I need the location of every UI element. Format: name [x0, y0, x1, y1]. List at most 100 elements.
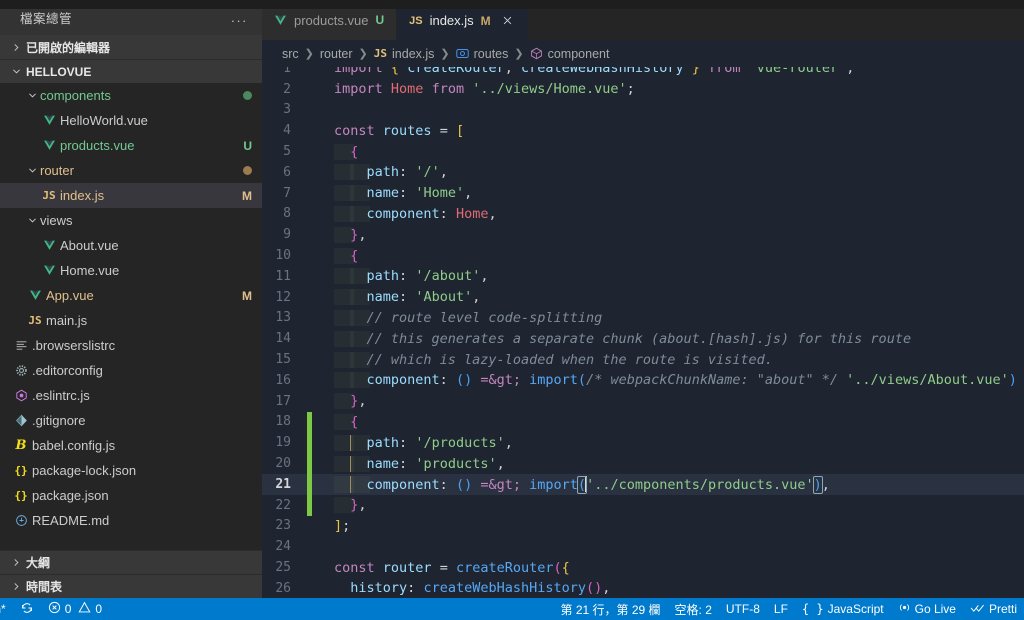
- status-problems[interactable]: 0 0: [41, 598, 109, 620]
- breadcrumb-router[interactable]: router: [320, 47, 353, 61]
- code-line[interactable]: 16 component: () =&gt; import(/* webpack…: [262, 370, 1024, 391]
- code-editor[interactable]: 1 import { createRouter, createWebHashHis…: [262, 67, 1024, 598]
- status-language-mode[interactable]: { } JavaScript: [795, 598, 891, 620]
- section-timeline[interactable]: 時間表: [0, 574, 262, 598]
- close-icon[interactable]: [500, 13, 516, 29]
- code-line[interactable]: 21 component: () =&gt; import('../compon…: [262, 473, 1024, 495]
- line-number: 19: [275, 435, 291, 451]
- code-line[interactable]: 5 {: [262, 141, 1024, 162]
- tree-item-app-vue[interactable]: App.vue M: [0, 283, 262, 308]
- code-line[interactable]: 22 },: [262, 494, 1024, 516]
- ellipsis-icon[interactable]: ...: [231, 10, 248, 25]
- line-tokens: component: () =&gt; import('../component…: [366, 475, 830, 494]
- tree-item-package-json[interactable]: {} package.json: [0, 483, 262, 508]
- chevron-down-icon[interactable]: [24, 90, 40, 101]
- status-prettier[interactable]: Pretti: [963, 598, 1024, 620]
- code-line[interactable]: 23];: [262, 516, 1024, 537]
- code-line[interactable]: 17 },: [262, 391, 1024, 412]
- code-line[interactable]: 13 // route level code-splitting: [262, 308, 1024, 329]
- tab-products-vue[interactable]: products.vue U: [262, 0, 398, 40]
- line-content: const routes = [: [312, 123, 1024, 139]
- line-tokens: import Home from '../views/Home.vue';: [334, 81, 635, 98]
- explorer-header: 檔案總管 ...: [0, 0, 262, 35]
- section-hellovue[interactable]: HELLOVUE: [0, 59, 262, 83]
- code-line[interactable]: 20 name: 'products',: [262, 453, 1024, 474]
- status-eol[interactable]: LF: [767, 598, 795, 620]
- status-go-live[interactable]: Go Live: [891, 598, 963, 620]
- code-line[interactable]: 24: [262, 536, 1024, 557]
- breadcrumb-routes[interactable]: routes: [455, 47, 508, 61]
- breadcrumb-src[interactable]: src: [282, 47, 299, 61]
- vue-file-icon: [38, 139, 60, 152]
- tree-item-products-vue[interactable]: products.vue U: [0, 133, 262, 158]
- chevron-down-icon[interactable]: [24, 215, 40, 226]
- section-open-editors-label: 已開啟的編輯器: [26, 40, 111, 55]
- tree-item-about-vue[interactable]: About.vue: [0, 233, 262, 258]
- code-line[interactable]: 6 path: '/',: [262, 162, 1024, 183]
- line-content: },: [312, 226, 1024, 243]
- code-line[interactable]: 12 name: 'About',: [262, 287, 1024, 308]
- chevron-down-icon[interactable]: [24, 165, 40, 176]
- code-line[interactable]: 19 path: '/products',: [262, 432, 1024, 454]
- tab-index-js[interactable]: JS index.js M: [397, 0, 529, 40]
- status-warning-count: 0: [95, 602, 103, 616]
- tree-item-gitignore[interactable]: .gitignore: [0, 408, 262, 433]
- tree-item-index-js[interactable]: JS index.js M: [0, 183, 262, 208]
- line-tokens: ];: [334, 517, 351, 534]
- js-icon: JS: [409, 14, 423, 27]
- breadcrumb-component[interactable]: component: [530, 47, 609, 61]
- line-tokens: // route level code-splitting: [366, 309, 603, 326]
- line-number: 26: [275, 580, 291, 596]
- status-error-count: 0: [64, 602, 72, 616]
- section-open-editors[interactable]: 已開啟的編輯器: [0, 35, 262, 59]
- tree-item-babel-config-js[interactable]: Bbabel.config.js: [0, 433, 262, 458]
- code-line[interactable]: 3: [262, 100, 1024, 121]
- status-bar: ain* 0 0 第 21 行，第 29 欄: [0, 598, 1024, 620]
- tree-item-readme-md[interactable]: README.md: [0, 508, 262, 533]
- code-line[interactable]: 4 const routes = [: [262, 120, 1024, 141]
- code-line[interactable]: 26 history: createWebHashHistory(),: [262, 578, 1024, 598]
- status-indentation[interactable]: 空格: 2: [668, 598, 719, 620]
- tree-item-change-dot: [243, 166, 252, 175]
- line-content: name: 'Home',: [312, 185, 1024, 202]
- tree-item-label: HelloWorld.vue: [60, 113, 148, 128]
- code-line[interactable]: 1 import { createRouter, createWebHashHis…: [262, 67, 1024, 79]
- breadcrumb-index-js[interactable]: JS index.js: [374, 47, 435, 61]
- code-line[interactable]: 14 // this generates a separate chunk (a…: [262, 328, 1024, 349]
- status-cursor-position-label: 第 21 行，第 29 欄: [560, 602, 661, 617]
- status-sync[interactable]: [13, 598, 41, 620]
- gutter: [307, 536, 312, 557]
- code-line[interactable]: 18 {: [262, 411, 1024, 433]
- code-line[interactable]: 25 const router = createRouter({: [262, 557, 1024, 578]
- status-encoding[interactable]: UTF-8: [719, 598, 767, 620]
- code-line[interactable]: 7 name: 'Home',: [262, 183, 1024, 204]
- line-tokens: },: [350, 393, 367, 410]
- breadcrumb: src ❯ router ❯ JS index.js ❯ routes ❯ co…: [262, 40, 1024, 67]
- code-line[interactable]: 15 // which is lazy-loaded when the rout…: [262, 349, 1024, 370]
- tree-item-helloworld-vue[interactable]: HelloWorld.vue: [0, 108, 262, 133]
- tree-item-main-js[interactable]: JS main.js: [0, 308, 262, 333]
- section-outline[interactable]: 大綱: [0, 550, 262, 574]
- tree-item-components[interactable]: components: [0, 83, 262, 108]
- line-number: 16: [275, 372, 291, 388]
- code-line[interactable]: 9 },: [262, 224, 1024, 245]
- tree-item-router[interactable]: router: [0, 158, 262, 183]
- code-line[interactable]: 8 component: Home,: [262, 204, 1024, 225]
- list-file-icon: [10, 339, 32, 352]
- line-content: ];: [312, 518, 1024, 534]
- status-branch[interactable]: ain*: [0, 598, 13, 620]
- code-line[interactable]: 2 import Home from '../views/Home.vue';: [262, 79, 1024, 100]
- code-line[interactable]: 11 path: '/about',: [262, 266, 1024, 287]
- code-line[interactable]: 10 {: [262, 245, 1024, 266]
- section-hellovue-label: HELLOVUE: [26, 64, 92, 79]
- tree-item-browserslistrc[interactable]: .browserslistrc: [0, 333, 262, 358]
- tree-item-home-vue[interactable]: Home.vue: [0, 258, 262, 283]
- status-cursor-position[interactable]: 第 21 行，第 29 欄: [554, 598, 668, 620]
- tree-item-package-lock-json[interactable]: {} package-lock.json: [0, 458, 262, 483]
- chevron-right-icon: ❯: [440, 48, 450, 60]
- tree-item-editorconfig[interactable]: .editorconfig: [0, 358, 262, 383]
- variable-icon: [455, 47, 469, 60]
- tree-item-views[interactable]: views: [0, 208, 262, 233]
- tree-item-eslintrc-js[interactable]: .eslintrc.js: [0, 383, 262, 408]
- tree-item-label: .editorconfig: [32, 363, 103, 378]
